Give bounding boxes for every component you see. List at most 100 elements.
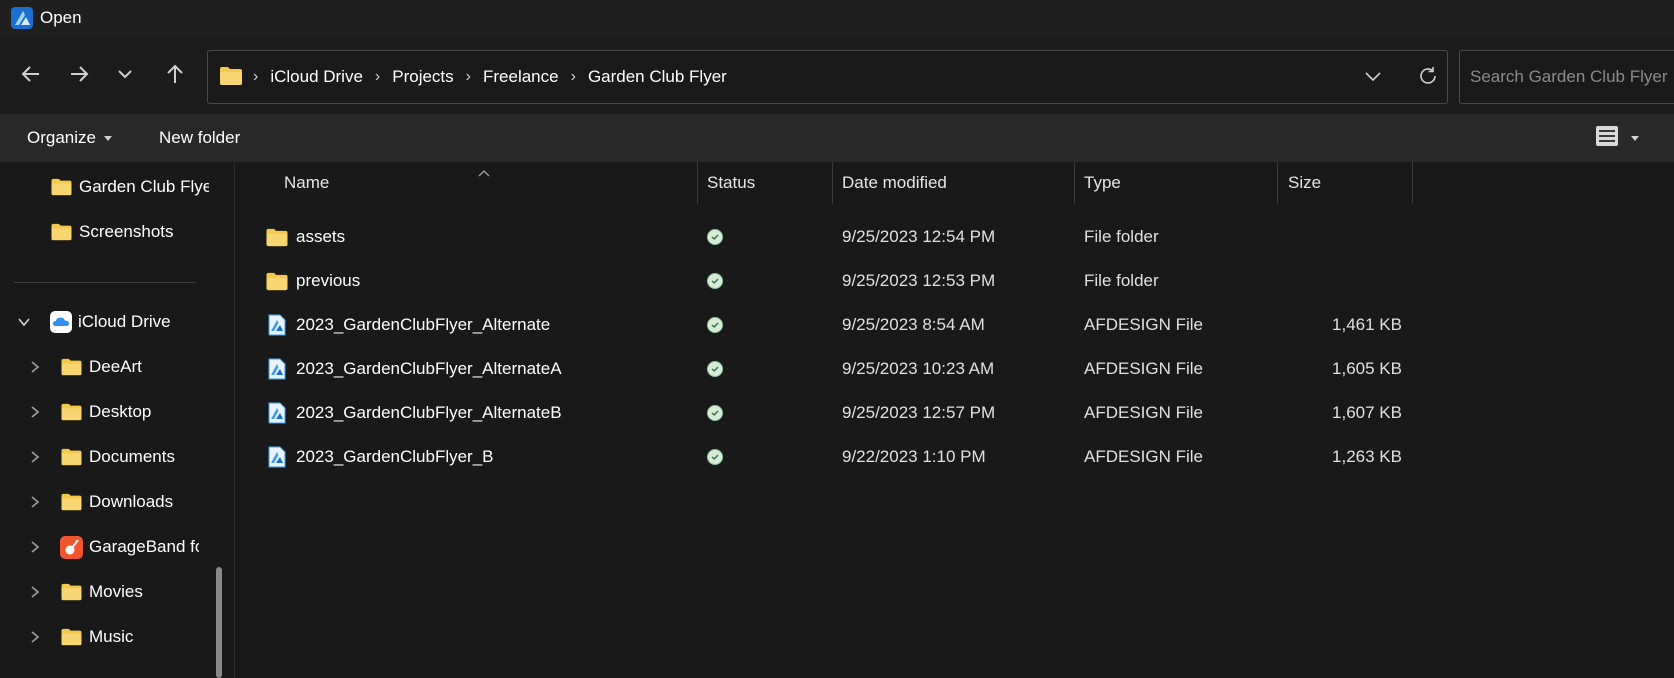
column-header-status[interactable]: Status (707, 162, 817, 204)
column-divider[interactable] (1074, 162, 1075, 204)
refresh-button[interactable] (1413, 63, 1443, 93)
chevron-right-icon[interactable]: › (375, 68, 380, 86)
file-date: 9/25/2023 10:23 AM (842, 359, 995, 378)
forward-button[interactable] (59, 56, 99, 96)
chevron-right-icon[interactable]: › (571, 68, 576, 86)
search-box[interactable] (1459, 50, 1674, 104)
folder-icon (50, 222, 73, 242)
afdesign-icon (267, 347, 287, 391)
sidebar-item-garden-club-flyer[interactable]: Garden Club Flyer (50, 167, 209, 207)
folder-icon (60, 627, 83, 647)
column-divider[interactable] (1412, 162, 1413, 204)
file-date: 9/25/2023 12:53 PM (842, 271, 996, 290)
sidebar-item-label: Music (89, 627, 134, 646)
address-bar[interactable]: › iCloud Drive › Projects › Freelance › … (207, 50, 1448, 104)
chevron-right-icon[interactable]: › (466, 68, 471, 86)
folder-icon (50, 177, 73, 197)
status-synced-icon (707, 391, 723, 435)
afdesign-icon (267, 435, 287, 479)
sidebar-item-label: Garden Club Flyer (79, 177, 209, 196)
new-folder-label: New folder (159, 128, 241, 147)
garageband-icon (60, 535, 83, 559)
table-row[interactable]: 2023_GardenClubFlyer_AlternateA 9/25/202… (235, 347, 1674, 391)
chevron-right-icon[interactable] (26, 450, 44, 464)
sidebar-item-downloads[interactable]: Downloads (26, 482, 173, 522)
column-header-size[interactable]: Size (1288, 162, 1388, 204)
chevron-right-icon[interactable] (26, 405, 44, 419)
back-button[interactable] (11, 56, 51, 96)
column-divider[interactable] (1277, 162, 1278, 204)
column-header-type[interactable]: Type (1084, 162, 1264, 204)
file-size: 1,605 KB (1332, 359, 1402, 378)
caret-down-icon[interactable] (1631, 135, 1639, 141)
file-type: File folder (1084, 271, 1159, 290)
address-history-button[interactable] (1358, 63, 1388, 93)
folder-icon (60, 402, 83, 422)
column-divider[interactable] (697, 162, 698, 204)
column-header-date[interactable]: Date modified (842, 162, 1042, 204)
breadcrumb: › iCloud Drive › Projects › Freelance › … (253, 51, 727, 103)
up-button[interactable] (155, 56, 195, 96)
chevron-right-icon[interactable] (26, 360, 44, 374)
recent-locations-button[interactable] (110, 56, 140, 96)
chevron-down-icon (1363, 66, 1383, 91)
sidebar-item-screenshots[interactable]: Screenshots (50, 212, 174, 252)
file-name: 2023_GardenClubFlyer_AlternateB (296, 403, 562, 422)
folder-icon (60, 357, 83, 377)
status-synced-icon (707, 215, 723, 259)
chevron-right-icon[interactable] (26, 540, 44, 554)
breadcrumb-projects[interactable]: Projects (392, 67, 453, 87)
table-row[interactable]: 2023_GardenClubFlyer_AlternateB 9/25/202… (235, 391, 1674, 435)
arrow-up-icon (164, 63, 186, 90)
sidebar-item-icloud-drive[interactable]: iCloud Drive (14, 302, 171, 342)
arrow-left-icon (20, 63, 42, 90)
table-row[interactable]: 2023_GardenClubFlyer_B 9/22/2023 1:10 PM… (235, 435, 1674, 479)
navigation-pane: Garden Club Flyer Screenshots iCloud Dri… (0, 162, 228, 678)
chevron-right-icon: › (253, 68, 259, 85)
file-type: AFDESIGN File (1084, 315, 1204, 334)
sidebar-item-music[interactable]: Music (26, 617, 133, 657)
status-synced-icon (707, 303, 723, 347)
column-divider[interactable] (832, 162, 833, 204)
new-folder-button[interactable]: New folder (159, 124, 240, 152)
sidebar-divider (14, 282, 196, 283)
file-type: File folder (1084, 227, 1159, 246)
folder-icon (265, 259, 289, 303)
breadcrumb-freelance[interactable]: Freelance (483, 67, 559, 87)
window-title: Open (40, 8, 82, 27)
caret-down-icon (103, 135, 112, 141)
table-row[interactable]: previous 9/25/2023 12:53 PM File folder (235, 259, 1674, 303)
sidebar-scrollbar[interactable] (216, 567, 222, 678)
sidebar-item-garageband[interactable]: GarageBand for iOS (26, 527, 199, 567)
sidebar-item-label: Documents (89, 447, 175, 466)
file-name: 2023_GardenClubFlyer_AlternateA (296, 359, 562, 378)
folder-icon (60, 492, 83, 512)
table-row[interactable]: 2023_GardenClubFlyer_Alternate 9/25/2023… (235, 303, 1674, 347)
chevron-down-icon (117, 66, 133, 87)
chevron-right-icon[interactable] (26, 495, 44, 509)
organize-button[interactable]: Organize (27, 124, 112, 152)
sidebar-item-label: Downloads (89, 492, 174, 511)
sidebar-item-deeart[interactable]: DeeArt (26, 347, 142, 387)
file-type: AFDESIGN File (1084, 447, 1204, 466)
file-type: AFDESIGN File (1084, 359, 1204, 378)
breadcrumb-icloud-drive[interactable]: iCloud Drive (270, 67, 363, 87)
search-input[interactable] (1470, 51, 1674, 103)
file-size: 1,607 KB (1332, 403, 1402, 422)
sidebar-item-movies[interactable]: Movies (26, 572, 143, 612)
file-date: 9/25/2023 12:57 PM (842, 403, 996, 422)
folder-icon (219, 65, 243, 92)
sidebar-item-desktop[interactable]: Desktop (26, 392, 151, 432)
change-view-button[interactable] (1595, 124, 1655, 152)
file-name: 2023_GardenClubFlyer_B (296, 447, 494, 466)
refresh-icon (1417, 65, 1439, 92)
table-row[interactable]: assets 9/25/2023 12:54 PM File folder (235, 215, 1674, 259)
chevron-right-icon[interactable] (26, 585, 44, 599)
chevron-down-icon[interactable] (14, 315, 34, 329)
sidebar-item-documents[interactable]: Documents (26, 437, 175, 477)
chevron-right-icon[interactable] (26, 630, 44, 644)
arrow-right-icon (68, 63, 90, 90)
breadcrumb-garden-club-flyer[interactable]: Garden Club Flyer (588, 67, 727, 87)
column-header-name[interactable]: Name (284, 162, 684, 204)
file-size: 1,461 KB (1332, 315, 1402, 334)
